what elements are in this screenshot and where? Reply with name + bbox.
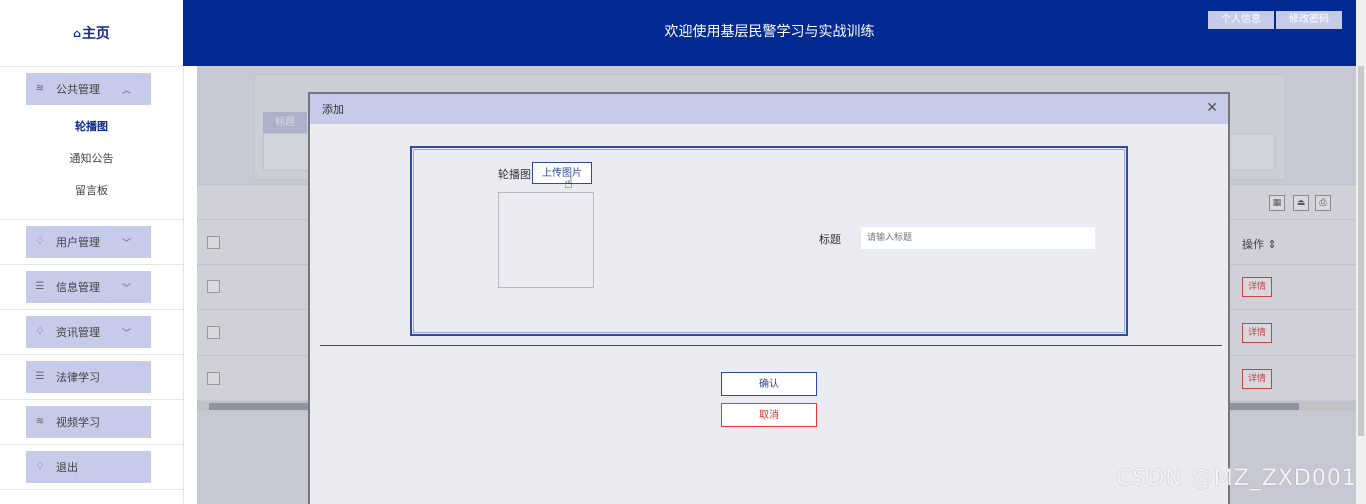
dialog-title: 添加: [322, 103, 344, 116]
add-form: 轮播图 上传图片 ☝ 标题: [410, 146, 1128, 336]
chevron-down-icon: ﹀: [121, 283, 131, 294]
menu-group-info: ☰ 信息管理 ﹀: [0, 265, 183, 310]
menu-info-management[interactable]: ☰ 信息管理 ﹀: [26, 271, 151, 303]
menu-group-logout: ♢ 退出: [0, 445, 183, 490]
menu-group-video: ≋ 视频学习: [0, 400, 183, 445]
upload-image-button[interactable]: 上传图片: [532, 162, 592, 184]
home-label: 主页: [81, 26, 110, 42]
menu-label: 信息管理: [56, 281, 100, 294]
menu-label: 法律学习: [56, 371, 100, 384]
title-label: 标题: [819, 233, 841, 246]
change-password-button[interactable]: 修改密码: [1276, 11, 1342, 29]
bell-icon: ♢: [35, 326, 45, 337]
title-input[interactable]: [861, 227, 1095, 249]
menu-group-user: ♢ 用户管理 ﹀: [0, 220, 183, 265]
chevron-down-icon: ﹀: [121, 328, 131, 339]
profile-button[interactable]: 个人信息: [1208, 11, 1274, 29]
hand-cursor-icon: ☝: [564, 174, 574, 192]
layers-icon: ≋: [35, 83, 45, 94]
menu-video-study[interactable]: ≋ 视频学习: [26, 406, 151, 438]
sidebar: ⌂ 主页 ≋ 公共管理 ︿ 轮播图 通知公告 留言板 ♢ 用户管理 ﹀ ☰ 信息…: [0, 0, 184, 504]
cancel-button[interactable]: 取消: [721, 403, 817, 427]
carousel-label: 轮播图: [498, 168, 531, 181]
menu-label: 用户管理: [56, 236, 100, 249]
menu-logout[interactable]: ♢ 退出: [26, 451, 151, 483]
home-icon: ⌂: [73, 26, 81, 40]
menu-group-law: ☰ 法律学习: [0, 355, 183, 400]
bell-icon: ♢: [35, 461, 45, 472]
list-icon: ☰: [35, 281, 45, 292]
menu-label: 视频学习: [56, 416, 100, 429]
menu-label: 公共管理: [56, 83, 100, 96]
menu-news-management[interactable]: ♢ 资讯管理 ﹀: [26, 316, 151, 348]
page-title: 欢迎使用基层民警学习与实战训练: [664, 24, 875, 40]
dialog-header: 添加: [310, 94, 1228, 124]
menu-label: 退出: [56, 461, 78, 474]
submenu-message-board[interactable]: 留言板: [0, 175, 183, 207]
list-icon: ☰: [35, 371, 45, 382]
image-preview: [498, 192, 594, 288]
menu-group-news: ♢ 资讯管理 ﹀: [0, 310, 183, 355]
watermark: CSDN @MZ_ZXD001: [1116, 466, 1357, 491]
menu-label: 资讯管理: [56, 326, 100, 339]
layers-icon: ≋: [35, 416, 45, 427]
dialog-divider: [320, 345, 1222, 346]
top-header: 欢迎使用基层民警学习与实战训练 个人信息 修改密码: [183, 0, 1356, 66]
chevron-up-icon: ︿: [121, 85, 131, 96]
menu-public-management[interactable]: ≋ 公共管理 ︿: [26, 73, 151, 105]
vertical-scrollbar[interactable]: [1356, 0, 1366, 504]
menu-user-management[interactable]: ♢ 用户管理 ﹀: [26, 226, 151, 258]
submenu-carousel[interactable]: 轮播图: [0, 111, 183, 143]
add-dialog: 添加 ✕ 轮播图 上传图片 ☝ 标题 确认 取消: [308, 92, 1230, 504]
home-link[interactable]: ⌂ 主页: [0, 0, 183, 67]
chevron-down-icon: ﹀: [121, 238, 131, 249]
bell-icon: ♢: [35, 236, 45, 247]
menu-group-public: ≋ 公共管理 ︿ 轮播图 通知公告 留言板: [0, 67, 183, 220]
submenu-notice[interactable]: 通知公告: [0, 143, 183, 175]
menu-law-study[interactable]: ☰ 法律学习: [26, 361, 151, 393]
close-icon[interactable]: ✕: [1206, 100, 1218, 116]
confirm-button[interactable]: 确认: [721, 372, 817, 396]
